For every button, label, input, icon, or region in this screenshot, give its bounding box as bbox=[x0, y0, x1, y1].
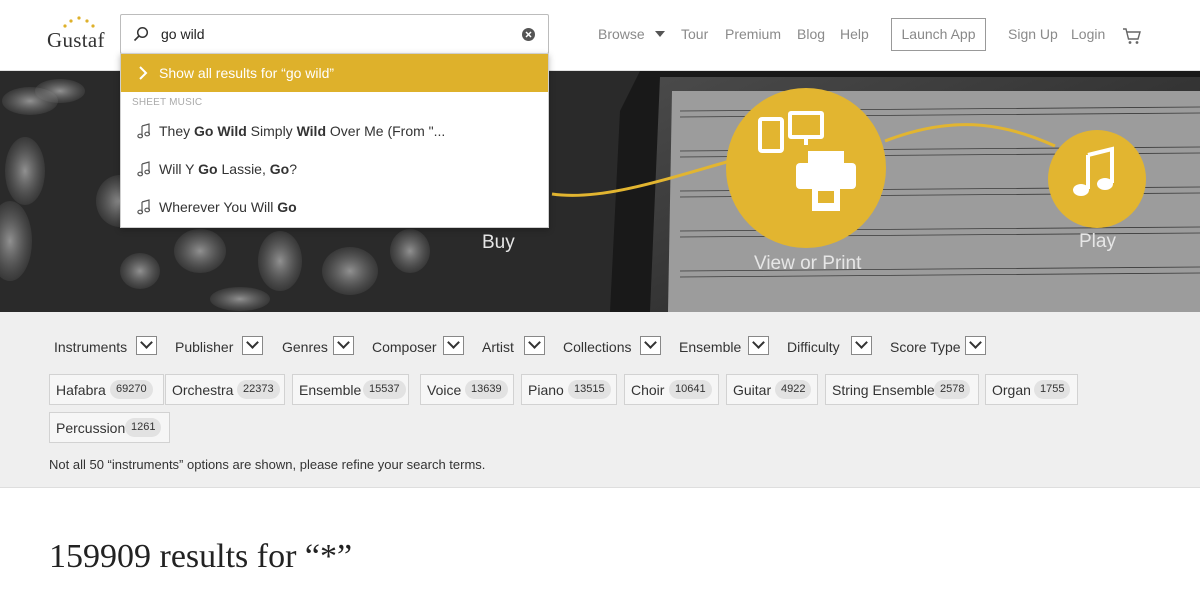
nav-premium[interactable]: Premium bbox=[725, 26, 781, 42]
filter-tab-publisher[interactable]: Publisher bbox=[175, 339, 233, 355]
suggestion-item[interactable]: They Go Wild Simply Wild Over Me (From "… bbox=[121, 113, 548, 151]
filter-chip-ensemble[interactable]: Ensemble 15537 bbox=[292, 374, 409, 405]
clear-search-icon[interactable] bbox=[521, 27, 536, 42]
show-all-results-option[interactable]: Show all results for “go wild” bbox=[121, 54, 548, 92]
suggestion-item[interactable]: Will Y Go Lassie, Go? bbox=[121, 151, 548, 189]
chip-count: 13639 bbox=[465, 380, 508, 399]
chip-label: Choir bbox=[631, 382, 665, 398]
chevron-right-icon bbox=[139, 66, 148, 80]
chip-label: Organ bbox=[992, 382, 1031, 398]
chip-count: 22373 bbox=[237, 380, 280, 399]
filter-tab-genres[interactable]: Genres bbox=[282, 339, 328, 355]
chip-label: Percussion bbox=[56, 420, 126, 436]
nav-blog[interactable]: Blog bbox=[797, 26, 825, 42]
chip-label: Voice bbox=[427, 382, 462, 398]
chip-count: 4922 bbox=[775, 380, 812, 399]
chip-label: Orchestra bbox=[172, 382, 234, 398]
filter-tab-ensemble[interactable]: Ensemble bbox=[679, 339, 741, 355]
chevron-down-icon[interactable] bbox=[748, 336, 769, 355]
chip-label: Piano bbox=[528, 382, 564, 398]
suggestion-text: Will Y Go Lassie, Go? bbox=[159, 161, 297, 177]
hero-view-print-label: View or Print bbox=[754, 253, 862, 274]
chip-count: 10641 bbox=[669, 380, 712, 399]
nav-help[interactable]: Help bbox=[840, 26, 869, 42]
chip-count: 2578 bbox=[934, 380, 971, 399]
search-box bbox=[120, 14, 549, 54]
filter-tab-collections[interactable]: Collections bbox=[563, 339, 631, 355]
chip-label: String Ensemble bbox=[832, 382, 935, 398]
chip-count: 69270 bbox=[110, 380, 153, 399]
chevron-down-icon[interactable] bbox=[655, 31, 665, 37]
music-note-icon bbox=[137, 123, 151, 139]
music-note-icon bbox=[137, 199, 151, 215]
filter-chip-voice[interactable]: Voice 13639 bbox=[420, 374, 514, 405]
cart-icon[interactable] bbox=[1122, 27, 1142, 45]
nav-browse[interactable]: Browse bbox=[598, 26, 645, 42]
chip-label: Guitar bbox=[733, 382, 772, 398]
results-title: 159909 results for “*” bbox=[49, 538, 353, 575]
chevron-down-icon[interactable] bbox=[333, 336, 354, 355]
chevron-down-icon[interactable] bbox=[851, 336, 872, 355]
launch-app-button[interactable]: Launch App bbox=[891, 18, 986, 51]
logo-text: Gustaf bbox=[47, 28, 105, 52]
filter-chip-hafabra[interactable]: Hafabra 69270 bbox=[49, 374, 164, 405]
filter-chip-piano[interactable]: Piano 13515 bbox=[521, 374, 617, 405]
filter-tab-score-type[interactable]: Score Type bbox=[890, 339, 961, 355]
search-input[interactable] bbox=[161, 23, 501, 45]
chevron-down-icon[interactable] bbox=[136, 336, 157, 355]
chip-count: 1261 bbox=[125, 418, 162, 437]
chip-label: Hafabra bbox=[56, 382, 106, 398]
filter-chip-organ[interactable]: Organ 1755 bbox=[985, 374, 1078, 405]
chevron-down-icon[interactable] bbox=[242, 336, 263, 355]
chip-label: Ensemble bbox=[299, 382, 362, 398]
filter-chip-guitar[interactable]: Guitar 4922 bbox=[726, 374, 818, 405]
nav-tour[interactable]: Tour bbox=[681, 26, 708, 42]
filter-tab-composer[interactable]: Composer bbox=[372, 339, 437, 355]
filter-chip-orchestra[interactable]: Orchestra 22373 bbox=[165, 374, 285, 405]
filter-tab-difficulty[interactable]: Difficulty bbox=[787, 339, 840, 355]
search-icon bbox=[133, 26, 149, 42]
show-all-results-label: Show all results for “go wild” bbox=[159, 65, 335, 81]
filter-tab-instruments[interactable]: Instruments bbox=[54, 339, 127, 355]
chevron-down-icon[interactable] bbox=[524, 336, 545, 355]
filter-tab-artist[interactable]: Artist bbox=[482, 339, 514, 355]
filter-panel: Instruments Publisher Genres Composer Ar… bbox=[0, 312, 1200, 488]
filter-chip-percussion[interactable]: Percussion 1261 bbox=[49, 412, 170, 443]
nav-sign-up[interactable]: Sign Up bbox=[1008, 26, 1058, 42]
filter-note: Not all 50 “instruments” options are sho… bbox=[49, 457, 486, 472]
suggestion-text: They Go Wild Simply Wild Over Me (From "… bbox=[159, 123, 446, 139]
nav-login[interactable]: Login bbox=[1071, 26, 1105, 42]
chip-count: 13515 bbox=[568, 380, 611, 399]
gustaf-logo[interactable]: Gustaf bbox=[47, 16, 109, 56]
chevron-down-icon[interactable] bbox=[965, 336, 986, 355]
suggestions-section-label: SHEET MUSIC bbox=[132, 97, 203, 108]
search-suggestions: Show all results for “go wild” SHEET MUS… bbox=[120, 53, 549, 228]
suggestion-text: Wherever You Will Go bbox=[159, 199, 297, 215]
music-note-icon bbox=[137, 161, 151, 177]
chevron-down-icon[interactable] bbox=[640, 336, 661, 355]
filter-chip-choir[interactable]: Choir 10641 bbox=[624, 374, 719, 405]
hero-play-label: Play bbox=[1079, 231, 1116, 252]
chip-count: 1755 bbox=[1034, 380, 1071, 399]
chevron-down-icon[interactable] bbox=[443, 336, 464, 355]
filter-chip-string-ensemble[interactable]: String Ensemble 2578 bbox=[825, 374, 979, 405]
chip-count: 15537 bbox=[363, 380, 406, 399]
suggestion-item[interactable]: Wherever You Will Go bbox=[121, 189, 548, 227]
hero-buy-label: Buy bbox=[482, 232, 515, 253]
